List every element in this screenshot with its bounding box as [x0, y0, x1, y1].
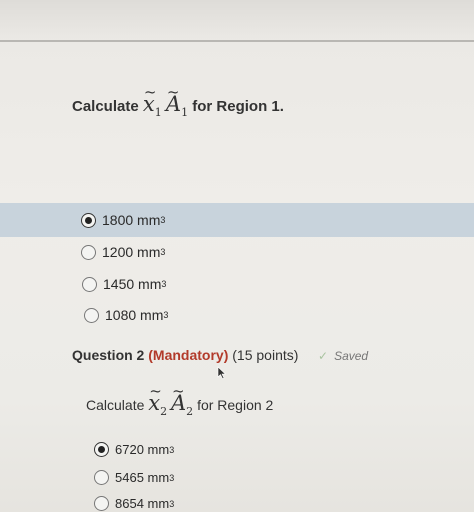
q2-option-6720[interactable]: 6720 mm 3	[94, 442, 174, 457]
radio-button[interactable]	[81, 244, 96, 260]
q1-option-1200[interactable]: 1200 mm 3	[81, 244, 165, 260]
q2-option-8654[interactable]: 8654 mm 3	[94, 496, 174, 511]
radio-button[interactable]	[84, 307, 99, 323]
radio-button[interactable]	[82, 276, 97, 292]
q1-option-1450[interactable]: 1450 mm 3	[82, 276, 166, 292]
saved-status: ✓ Saved	[318, 349, 369, 363]
quiz-screen: Calculate ~ x1 ~ A1 for Region 1. 1800 mm 3…	[0, 0, 474, 512]
mandatory-label: (Mandatory)	[148, 347, 229, 363]
prompt-prefix: Calculate	[72, 98, 139, 115]
area-symbol: ~ A1	[165, 83, 189, 120]
check-icon: ✓	[318, 349, 329, 363]
area-symbol: ~ A2	[171, 382, 194, 419]
radio-button[interactable]	[94, 496, 109, 511]
centroid-x-symbol: ~ x2	[148, 382, 168, 419]
divider	[0, 40, 474, 42]
radio-button-selected[interactable]	[81, 212, 96, 228]
question-2-heading: Question 2 (Mandatory) (15 points)	[72, 347, 299, 363]
prompt-suffix: for Region 1.	[192, 98, 284, 115]
q1-option-1080[interactable]: 1080 mm 3	[84, 307, 168, 323]
q1-option-1800[interactable]: 1800 mm 3	[81, 212, 165, 228]
points-label: (15 points)	[232, 347, 299, 363]
radio-button-selected[interactable]	[94, 442, 109, 457]
centroid-x-symbol: ~ x1	[142, 83, 162, 120]
mouse-pointer-icon	[217, 366, 227, 380]
radio-button[interactable]	[94, 470, 109, 485]
q2-option-5465[interactable]: 5465 mm 3	[94, 470, 174, 485]
question-2-prompt: Calculate ~ x2 ~ A2 for Region 2	[86, 382, 274, 419]
question-1-prompt: Calculate ~ x1 ~ A1 for Region 1.	[72, 83, 284, 120]
selected-option-highlight	[0, 203, 474, 237]
